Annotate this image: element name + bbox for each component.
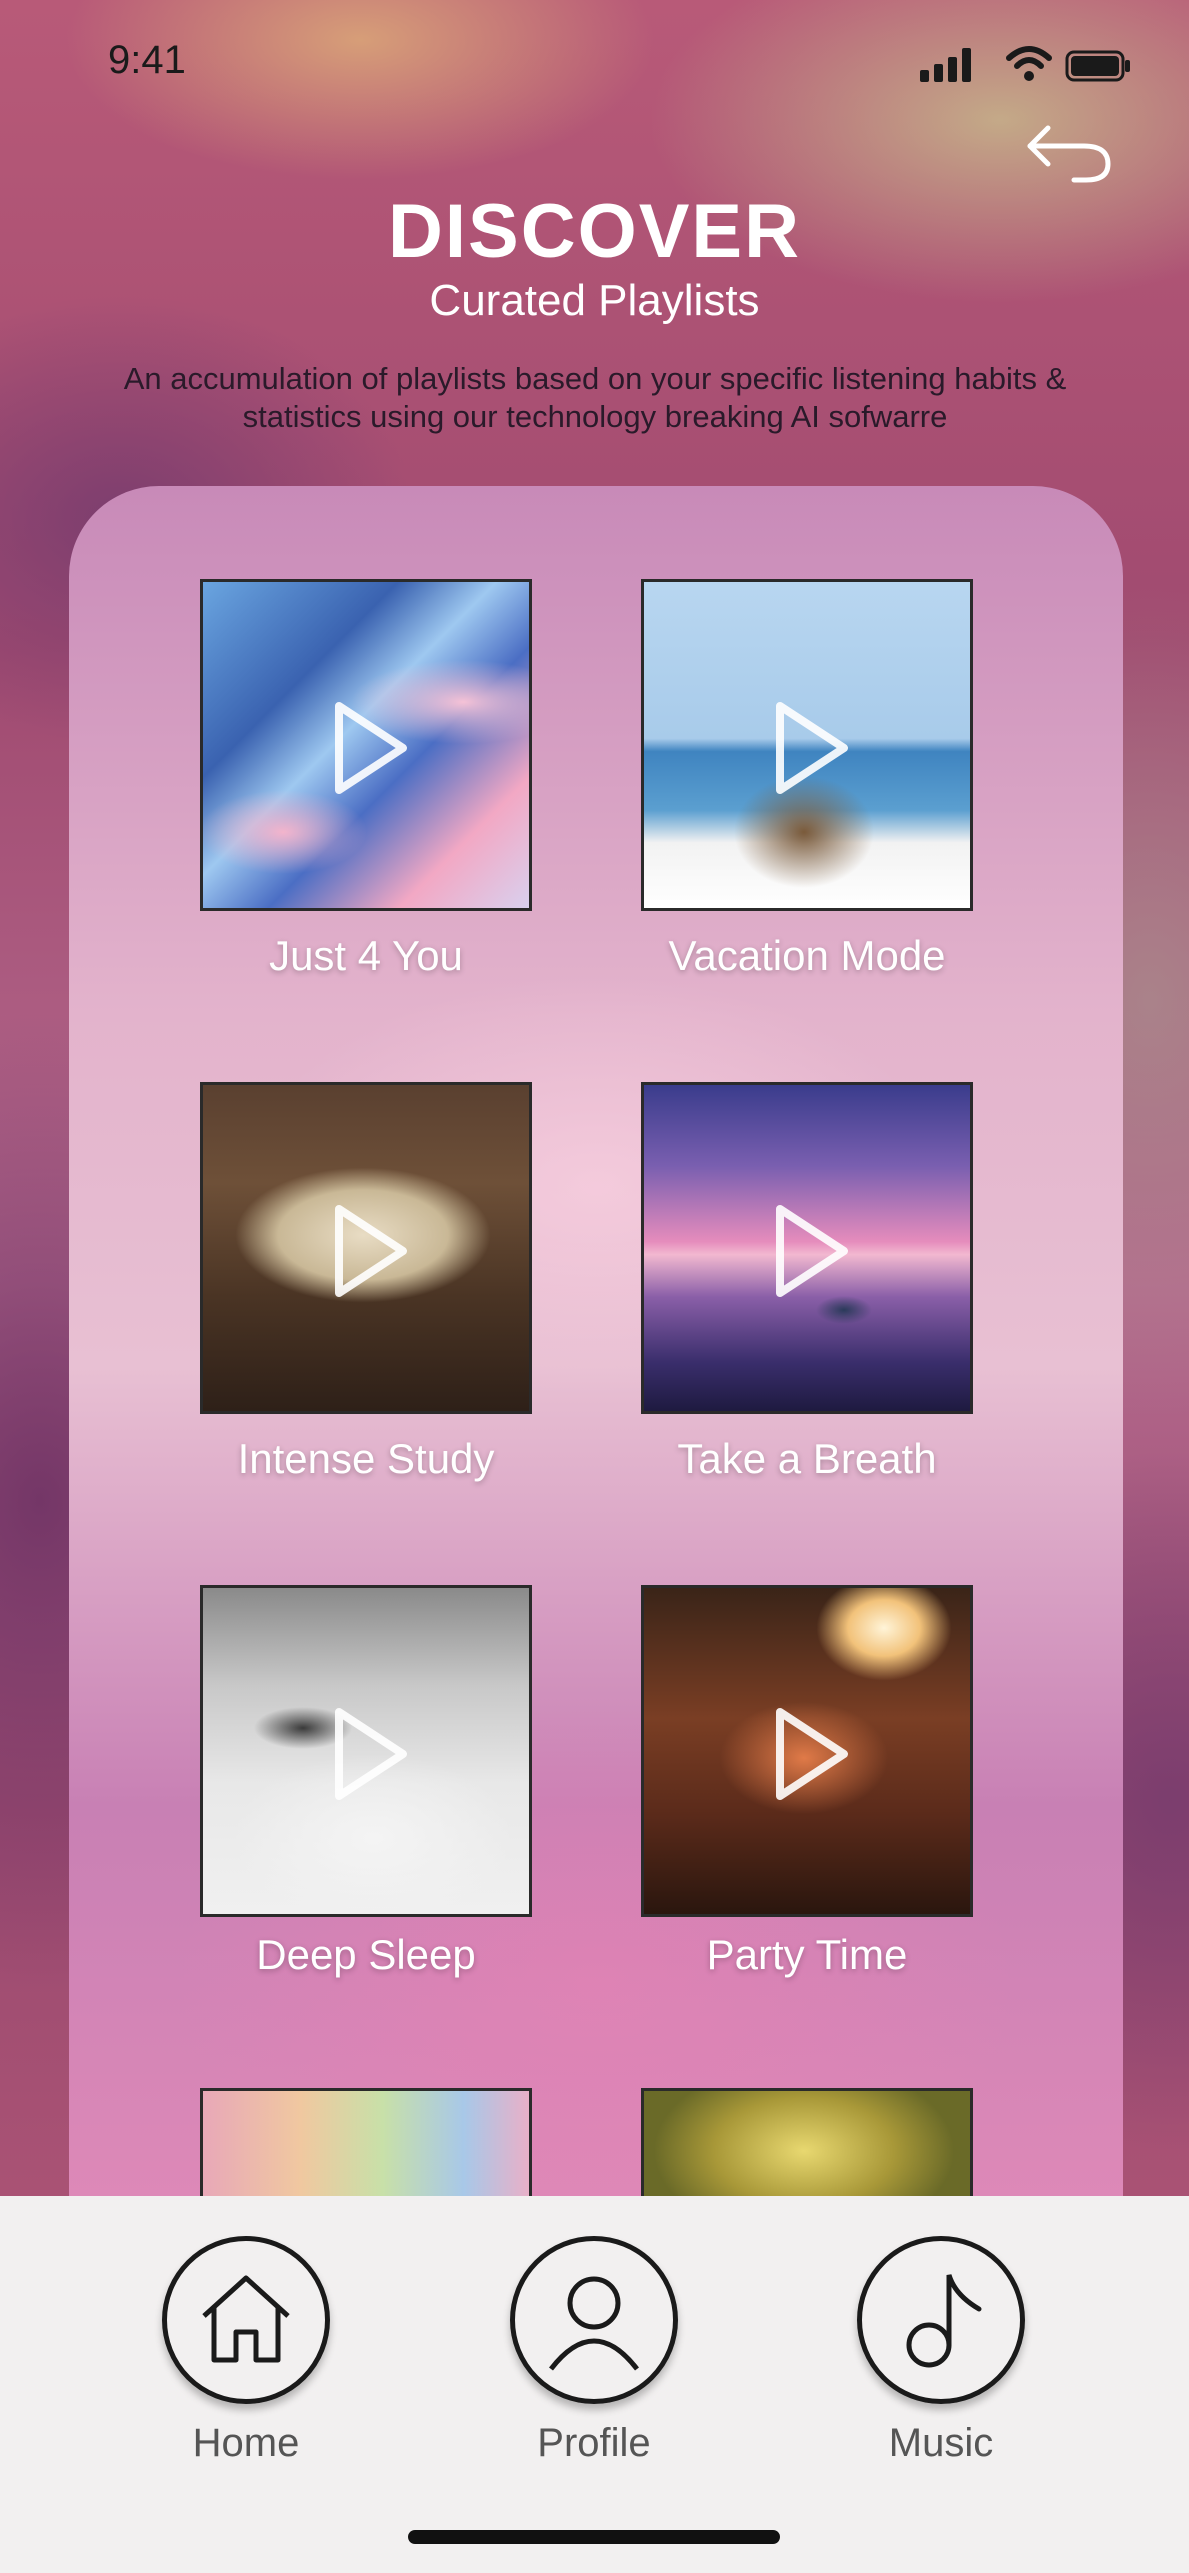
nav-home-circle: [162, 2236, 330, 2404]
home-icon: [202, 2275, 290, 2363]
play-icon: [776, 702, 848, 794]
playlist-label: Deep Sleep: [256, 1931, 476, 1978]
playlist-label: Party Time: [706, 1931, 908, 1978]
status-bar: 9:41: [0, 0, 1189, 130]
playlist-tile-intense-study[interactable]: [200, 1082, 532, 1414]
playlist-tile-party-time[interactable]: [641, 1585, 973, 1917]
nav-profile-circle: [510, 2236, 678, 2404]
page-description: An accumulation of playlists based on yo…: [123, 361, 1067, 434]
playlist-label: Vacation Mode: [668, 932, 946, 979]
play-icon: [335, 1205, 407, 1297]
bottom-nav-bar: Home Profile Music: [0, 2196, 1189, 2573]
nav-label-home: Home: [192, 2421, 300, 2465]
wifi-icon: [1006, 46, 1052, 81]
status-time: 9:41: [108, 38, 186, 82]
playlist-label: Just 4 You: [269, 932, 463, 979]
playlist-tile-take-a-breath[interactable]: [641, 1082, 973, 1414]
play-icon: [335, 702, 407, 794]
nav-music-circle: [857, 2236, 1025, 2404]
playlist-tile-deep-sleep[interactable]: [200, 1585, 532, 1917]
battery-icon: [1065, 50, 1130, 82]
nav-label-profile: Profile: [537, 2421, 651, 2465]
nav-profile[interactable]: Profile: [494, 2236, 694, 2486]
back-arrow-icon: [1027, 125, 1111, 183]
page-title: DISCOVER: [388, 189, 801, 274]
play-icon: [776, 1708, 848, 1800]
play-icon: [776, 1205, 848, 1297]
playlist-panel: Just 4 You Vacation Mode Intense Study T…: [69, 486, 1123, 2246]
back-button[interactable]: [1024, 120, 1114, 190]
page-subtitle: Curated Playlists: [429, 276, 760, 325]
home-indicator[interactable]: [408, 2530, 780, 2544]
nav-home[interactable]: Home: [146, 2236, 346, 2486]
playlist-label: Take a Breath: [677, 1435, 937, 1482]
play-icon: [335, 1708, 407, 1800]
playlist-label: Intense Study: [237, 1435, 495, 1482]
profile-icon: [549, 2276, 639, 2371]
nav-music[interactable]: Music: [841, 2236, 1041, 2486]
playlist-tile-just-4-you[interactable]: [200, 579, 532, 911]
playlist-tile-vacation-mode[interactable]: [641, 579, 973, 911]
nav-label-music: Music: [888, 2421, 994, 2465]
music-note-icon: [906, 2274, 982, 2368]
signal-icon: [920, 48, 971, 82]
